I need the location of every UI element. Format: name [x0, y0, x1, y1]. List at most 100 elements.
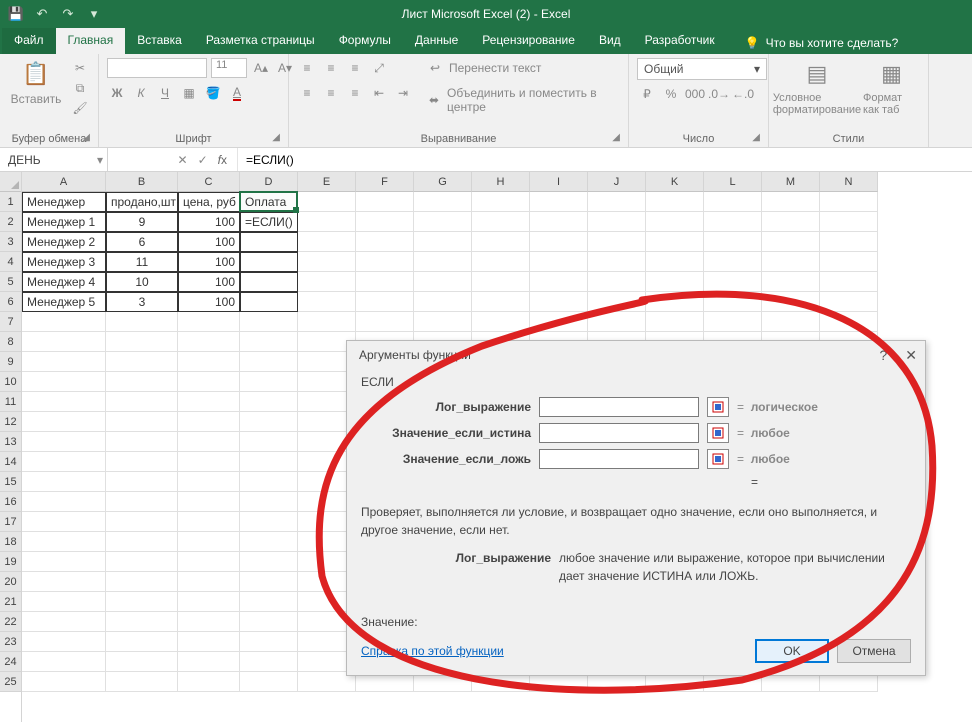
cell-H2[interactable] — [472, 212, 530, 232]
col-header-N[interactable]: N — [820, 172, 878, 192]
cut-icon[interactable]: ✂ — [70, 58, 90, 78]
ref-edit-icon[interactable] — [707, 397, 729, 417]
cell-B8[interactable] — [106, 332, 178, 352]
cell-A14[interactable] — [22, 452, 106, 472]
ref-edit-icon[interactable] — [707, 423, 729, 443]
col-header-G[interactable]: G — [414, 172, 472, 192]
cell-A13[interactable] — [22, 432, 106, 452]
tab-file[interactable]: Файл — [2, 28, 56, 54]
row-header-20[interactable]: 20 — [0, 572, 21, 592]
cell-H3[interactable] — [472, 232, 530, 252]
cell-M2[interactable] — [762, 212, 820, 232]
cell-B22[interactable] — [106, 612, 178, 632]
format-painter-icon[interactable]: 🖌 — [70, 98, 90, 118]
row-header-17[interactable]: 17 — [0, 512, 21, 532]
font-color-icon[interactable]: A — [227, 83, 247, 103]
cell-E1[interactable] — [298, 192, 356, 212]
cell-G2[interactable] — [414, 212, 472, 232]
launcher-icon[interactable]: ◢ — [272, 132, 280, 143]
arg-input-2[interactable] — [539, 449, 699, 469]
fx-icon[interactable]: fx — [218, 153, 227, 167]
cell-C16[interactable] — [178, 492, 240, 512]
number-format-select[interactable]: Общий▾ — [637, 58, 767, 80]
cell-A23[interactable] — [22, 632, 106, 652]
qat-more-icon[interactable]: ▾ — [84, 4, 104, 24]
cell-B12[interactable] — [106, 412, 178, 432]
cell-A4[interactable]: Менеджер 3 — [22, 252, 106, 272]
cell-C5[interactable]: 100 — [178, 272, 240, 292]
cell-B3[interactable]: 6 — [106, 232, 178, 252]
bold-icon[interactable]: Ж — [107, 83, 127, 103]
cell-C20[interactable] — [178, 572, 240, 592]
dialog-titlebar[interactable]: Аргументы функции ? ✕ — [347, 341, 925, 369]
col-header-L[interactable]: L — [704, 172, 762, 192]
cell-J5[interactable] — [588, 272, 646, 292]
col-header-B[interactable]: B — [106, 172, 178, 192]
cell-L5[interactable] — [704, 272, 762, 292]
cell-D22[interactable] — [240, 612, 298, 632]
cell-B21[interactable] — [106, 592, 178, 612]
tab-pagelayout[interactable]: Разметка страницы — [194, 28, 327, 54]
cell-N4[interactable] — [820, 252, 878, 272]
fill-color-icon[interactable]: 🪣 — [203, 83, 223, 103]
col-header-J[interactable]: J — [588, 172, 646, 192]
cell-A20[interactable] — [22, 572, 106, 592]
row-header-16[interactable]: 16 — [0, 492, 21, 512]
cell-D16[interactable] — [240, 492, 298, 512]
cell-H4[interactable] — [472, 252, 530, 272]
close-icon[interactable]: ✕ — [905, 347, 917, 364]
cell-K3[interactable] — [646, 232, 704, 252]
cell-C2[interactable]: 100 — [178, 212, 240, 232]
cell-C22[interactable] — [178, 612, 240, 632]
align-left-icon[interactable]: ≡ — [297, 83, 317, 103]
cell-B2[interactable]: 9 — [106, 212, 178, 232]
cell-J2[interactable] — [588, 212, 646, 232]
select-all[interactable] — [0, 172, 21, 192]
cell-E3[interactable] — [298, 232, 356, 252]
cell-D21[interactable] — [240, 592, 298, 612]
col-header-C[interactable]: C — [178, 172, 240, 192]
format-table-button[interactable]: ▦ Формат как таб — [863, 58, 920, 116]
cell-I2[interactable] — [530, 212, 588, 232]
cell-N1[interactable] — [820, 192, 878, 212]
name-box[interactable]: ДЕНЬ▾ — [0, 148, 108, 171]
cell-H5[interactable] — [472, 272, 530, 292]
cell-L3[interactable] — [704, 232, 762, 252]
cell-B20[interactable] — [106, 572, 178, 592]
launcher-icon[interactable]: ◢ — [612, 132, 620, 143]
tab-review[interactable]: Рецензирование — [470, 28, 587, 54]
cell-A16[interactable] — [22, 492, 106, 512]
cell-I5[interactable] — [530, 272, 588, 292]
cell-F5[interactable] — [356, 272, 414, 292]
cell-C1[interactable]: цена, руб — [178, 192, 240, 212]
cell-C11[interactable] — [178, 392, 240, 412]
tab-view[interactable]: Вид — [587, 28, 633, 54]
font-size-select[interactable]: 11 — [211, 58, 247, 78]
cell-A9[interactable] — [22, 352, 106, 372]
wrap-text-button[interactable]: ↩ Перенести текст — [425, 58, 620, 78]
cell-D11[interactable] — [240, 392, 298, 412]
cell-C13[interactable] — [178, 432, 240, 452]
align-bottom-icon[interactable]: ≡ — [345, 58, 365, 78]
cell-D19[interactable] — [240, 552, 298, 572]
cell-J4[interactable] — [588, 252, 646, 272]
launcher-icon[interactable]: ◢ — [752, 132, 760, 143]
cell-B5[interactable]: 10 — [106, 272, 178, 292]
cell-L1[interactable] — [704, 192, 762, 212]
cell-E2[interactable] — [298, 212, 356, 232]
cell-B16[interactable] — [106, 492, 178, 512]
row-header-10[interactable]: 10 — [0, 372, 21, 392]
cell-N6[interactable] — [820, 292, 878, 312]
cell-D14[interactable] — [240, 452, 298, 472]
cell-F2[interactable] — [356, 212, 414, 232]
cell-D1[interactable]: Оплата — [240, 192, 298, 212]
col-header-K[interactable]: K — [646, 172, 704, 192]
cell-N5[interactable] — [820, 272, 878, 292]
cancel-button[interactable]: Отмена — [837, 639, 911, 663]
cell-L6[interactable] — [704, 292, 762, 312]
cell-B4[interactable]: 11 — [106, 252, 178, 272]
cell-I7[interactable] — [530, 312, 588, 332]
cell-D17[interactable] — [240, 512, 298, 532]
cell-K2[interactable] — [646, 212, 704, 232]
col-header-D[interactable]: D — [240, 172, 298, 192]
